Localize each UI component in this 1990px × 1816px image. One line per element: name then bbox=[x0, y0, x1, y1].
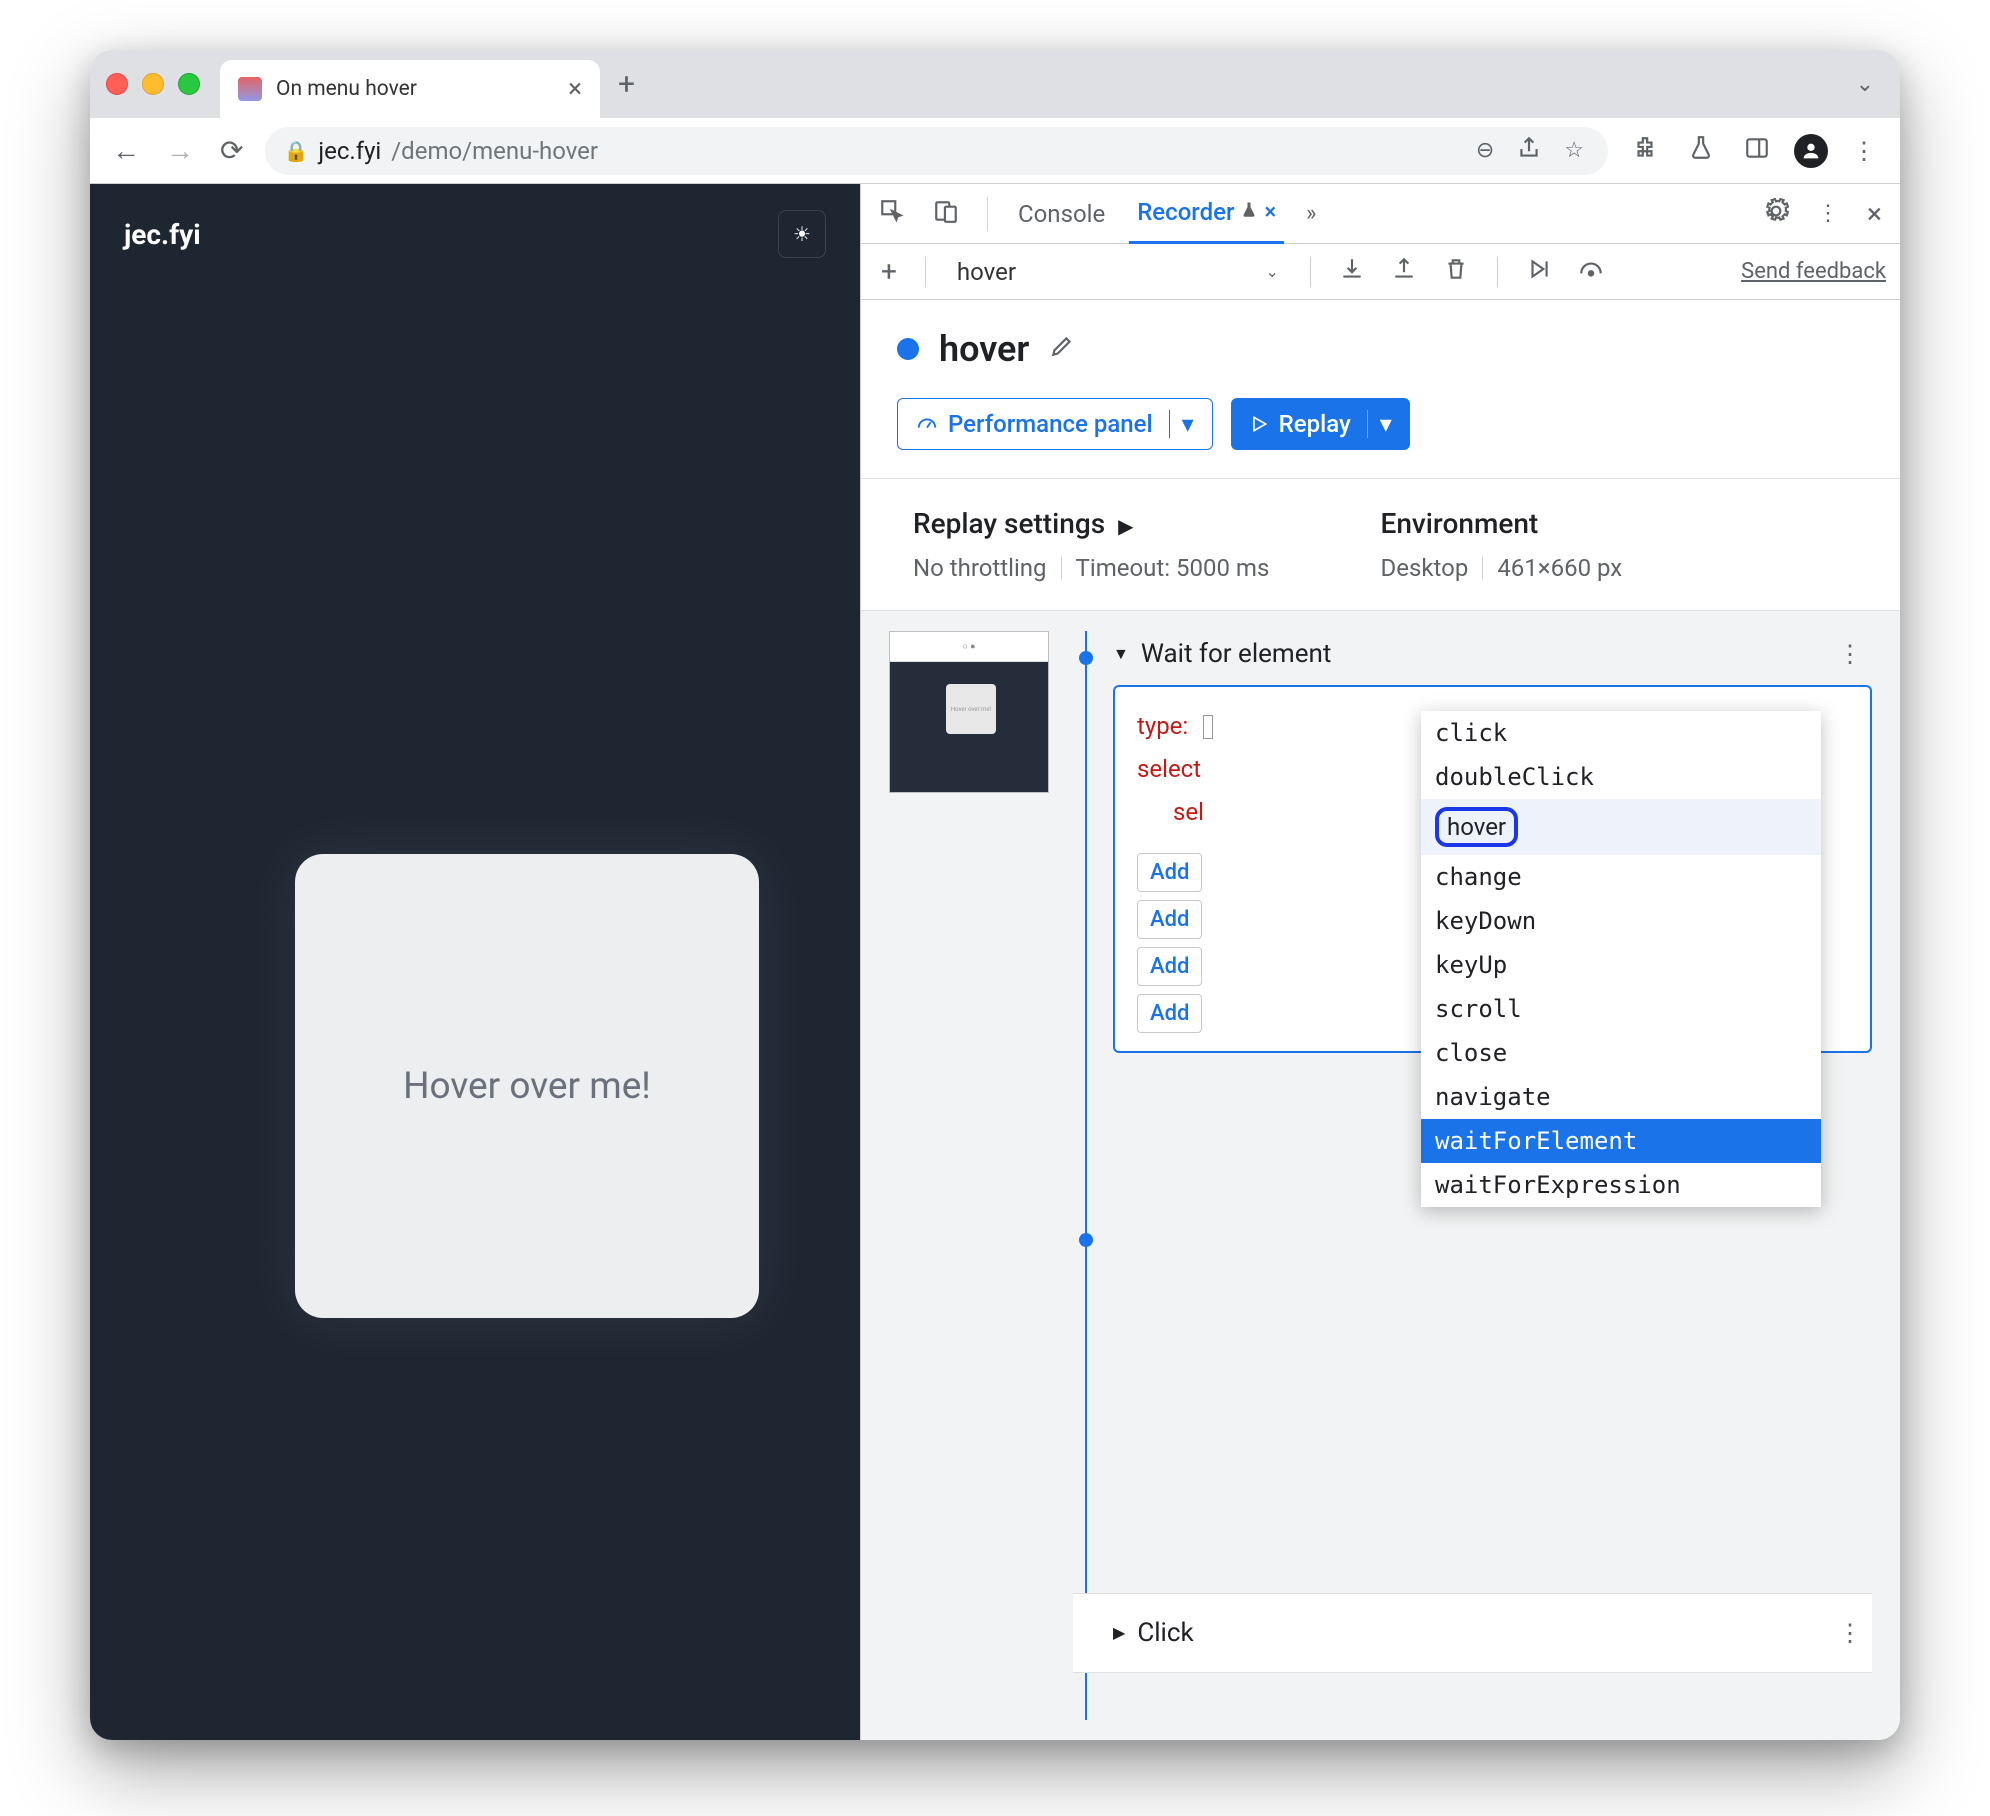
chevron-down-icon[interactable]: ▾ bbox=[1169, 410, 1194, 438]
url-host: jec.fyi bbox=[318, 137, 381, 165]
window-titlebar: On menu hover × + ⌄ bbox=[90, 50, 1900, 118]
import-icon[interactable] bbox=[1385, 256, 1423, 288]
url-path: /demo/menu-hover bbox=[391, 137, 598, 165]
window-minimize-icon[interactable] bbox=[142, 73, 164, 95]
new-tab-button[interactable]: + bbox=[618, 67, 635, 102]
environment-label: Environment bbox=[1381, 507, 1849, 540]
tab-close-icon[interactable]: × bbox=[568, 74, 582, 104]
dropdown-option[interactable]: keyDown bbox=[1421, 899, 1821, 943]
window-close-icon[interactable] bbox=[106, 73, 128, 95]
slow-replay-icon[interactable] bbox=[1572, 256, 1610, 288]
add-selector-button[interactable]: Add bbox=[1137, 994, 1202, 1033]
delete-icon[interactable] bbox=[1437, 256, 1475, 288]
inspect-element-icon[interactable] bbox=[873, 198, 911, 230]
export-icon[interactable] bbox=[1333, 256, 1371, 288]
type-input[interactable] bbox=[1203, 715, 1213, 739]
labs-icon[interactable] bbox=[1682, 135, 1720, 167]
timeout-value: Timeout: 5000 ms bbox=[1076, 554, 1270, 582]
lock-icon[interactable]: 🔒 bbox=[283, 139, 308, 163]
timeline: ○ ● Hover over me! ▼ Wait for element ⋮ bbox=[861, 611, 1900, 1740]
devtools-tabs: Console Recorder × » ⋮ × bbox=[861, 184, 1900, 244]
flask-icon bbox=[1240, 200, 1258, 224]
step-thumbnail[interactable]: ○ ● Hover over me! bbox=[889, 631, 1049, 793]
step-marker-icon bbox=[1079, 651, 1093, 665]
browser-tab[interactable]: On menu hover × bbox=[220, 60, 600, 118]
step-marker-icon bbox=[1079, 1233, 1093, 1247]
extensions-icon[interactable] bbox=[1626, 135, 1664, 167]
tab-title: On menu hover bbox=[276, 77, 568, 101]
address-bar[interactable]: 🔒 jec.fyi/demo/menu-hover ⊖ ☆ bbox=[265, 127, 1608, 175]
step-over-icon[interactable] bbox=[1520, 256, 1558, 288]
recording-actions: Performance panel ▾ Replay ▾ bbox=[861, 398, 1900, 478]
dropdown-option[interactable]: change bbox=[1421, 855, 1821, 899]
dropdown-option[interactable]: close bbox=[1421, 1031, 1821, 1075]
recorder-toolbar: + hover ⌄ bbox=[861, 244, 1900, 300]
theme-toggle-button[interactable]: ☀ bbox=[778, 210, 826, 258]
dropdown-option[interactable]: waitForExpression bbox=[1421, 1163, 1821, 1207]
tab-close-icon[interactable]: × bbox=[1264, 200, 1276, 225]
profile-avatar[interactable] bbox=[1794, 134, 1828, 168]
dropdown-option[interactable]: scroll bbox=[1421, 987, 1821, 1031]
recording-select[interactable]: hover ⌄ bbox=[948, 253, 1288, 291]
more-tabs-icon[interactable]: » bbox=[1300, 201, 1322, 226]
devtools-menu-icon[interactable]: ⋮ bbox=[1811, 201, 1845, 226]
tab-console[interactable]: Console bbox=[1010, 184, 1113, 244]
sun-icon: ☀ bbox=[793, 222, 811, 246]
performance-panel-button[interactable]: Performance panel ▾ bbox=[897, 398, 1213, 450]
add-selector-button[interactable]: Add bbox=[1137, 853, 1202, 892]
dropdown-option[interactable]: keyUp bbox=[1421, 943, 1821, 987]
recording-status-icon bbox=[897, 338, 919, 360]
expand-icon: ▶ bbox=[1113, 1623, 1125, 1642]
back-button[interactable]: ← bbox=[108, 134, 144, 167]
type-dropdown[interactable]: click doubleClick hover change keyDown k… bbox=[1421, 711, 1821, 1207]
step-header[interactable]: ▼ Wait for element ⋮ bbox=[1113, 631, 1872, 677]
step-menu-icon[interactable]: ⋮ bbox=[1838, 1619, 1872, 1647]
dropdown-option[interactable]: navigate bbox=[1421, 1075, 1821, 1119]
window-zoom-icon[interactable] bbox=[178, 73, 200, 95]
recording-header: hover bbox=[861, 300, 1900, 398]
replay-button[interactable]: Replay ▾ bbox=[1231, 398, 1410, 450]
devtools-close-icon[interactable]: × bbox=[1861, 197, 1888, 230]
dropdown-option[interactable]: click bbox=[1421, 711, 1821, 755]
dropdown-option-selected[interactable]: waitForElement bbox=[1421, 1119, 1821, 1163]
zoom-out-icon[interactable]: ⊖ bbox=[1470, 138, 1500, 163]
add-selector-button[interactable]: Add bbox=[1137, 947, 1202, 986]
recording-meta: Replay settings ▶ No throttling Timeout:… bbox=[861, 478, 1900, 611]
chevron-right-icon: ▶ bbox=[1118, 514, 1133, 538]
dropdown-option[interactable]: doubleClick bbox=[1421, 755, 1821, 799]
recording-name: hover bbox=[939, 328, 1029, 370]
throttling-value: No throttling bbox=[913, 554, 1047, 582]
chevron-down-icon: ⌄ bbox=[1265, 262, 1278, 281]
favicon-icon bbox=[238, 77, 262, 101]
chrome-menu-icon[interactable]: ⋮ bbox=[1846, 137, 1882, 165]
share-icon[interactable] bbox=[1510, 135, 1548, 167]
env-device: Desktop bbox=[1381, 554, 1469, 582]
sidepanel-icon[interactable] bbox=[1738, 135, 1776, 167]
hover-card-text: Hover over me! bbox=[403, 1065, 651, 1108]
chevron-down-icon[interactable]: ▾ bbox=[1367, 410, 1392, 438]
edit-name-button[interactable] bbox=[1049, 333, 1075, 366]
forward-button: → bbox=[162, 134, 198, 167]
hover-card[interactable]: Hover over me! bbox=[295, 854, 759, 1318]
page-content: jec.fyi ☀ Hover over me! bbox=[90, 184, 860, 1740]
reload-button[interactable]: ⟳ bbox=[216, 134, 247, 167]
site-title[interactable]: jec.fyi bbox=[124, 218, 201, 251]
add-recording-button[interactable]: + bbox=[875, 255, 903, 288]
collapse-icon: ▼ bbox=[1113, 644, 1129, 664]
add-selector-button[interactable]: Add bbox=[1137, 900, 1202, 939]
step-menu-icon[interactable]: ⋮ bbox=[1838, 640, 1872, 668]
tabs-menu-icon[interactable]: ⌄ bbox=[1856, 72, 1874, 97]
devtools-panel: Console Recorder × » ⋮ × + bbox=[860, 184, 1900, 1740]
replay-settings-label[interactable]: Replay settings ▶ bbox=[913, 507, 1381, 540]
step-click: ▶ Click ⋮ bbox=[1113, 1593, 1872, 1673]
tab-recorder[interactable]: Recorder × bbox=[1129, 184, 1284, 244]
env-size: 461×660 px bbox=[1497, 554, 1622, 582]
dropdown-option-hover[interactable]: hover bbox=[1421, 799, 1821, 855]
send-feedback-link[interactable]: Send feedback bbox=[1741, 259, 1886, 284]
device-toggle-icon[interactable] bbox=[927, 198, 965, 230]
settings-icon[interactable] bbox=[1757, 198, 1795, 230]
bookmark-icon[interactable]: ☆ bbox=[1558, 138, 1590, 163]
step-header[interactable]: ▶ Click ⋮ bbox=[1113, 1610, 1872, 1656]
url-bar: ← → ⟳ 🔒 jec.fyi/demo/menu-hover ⊖ ☆ ⋮ bbox=[90, 118, 1900, 184]
